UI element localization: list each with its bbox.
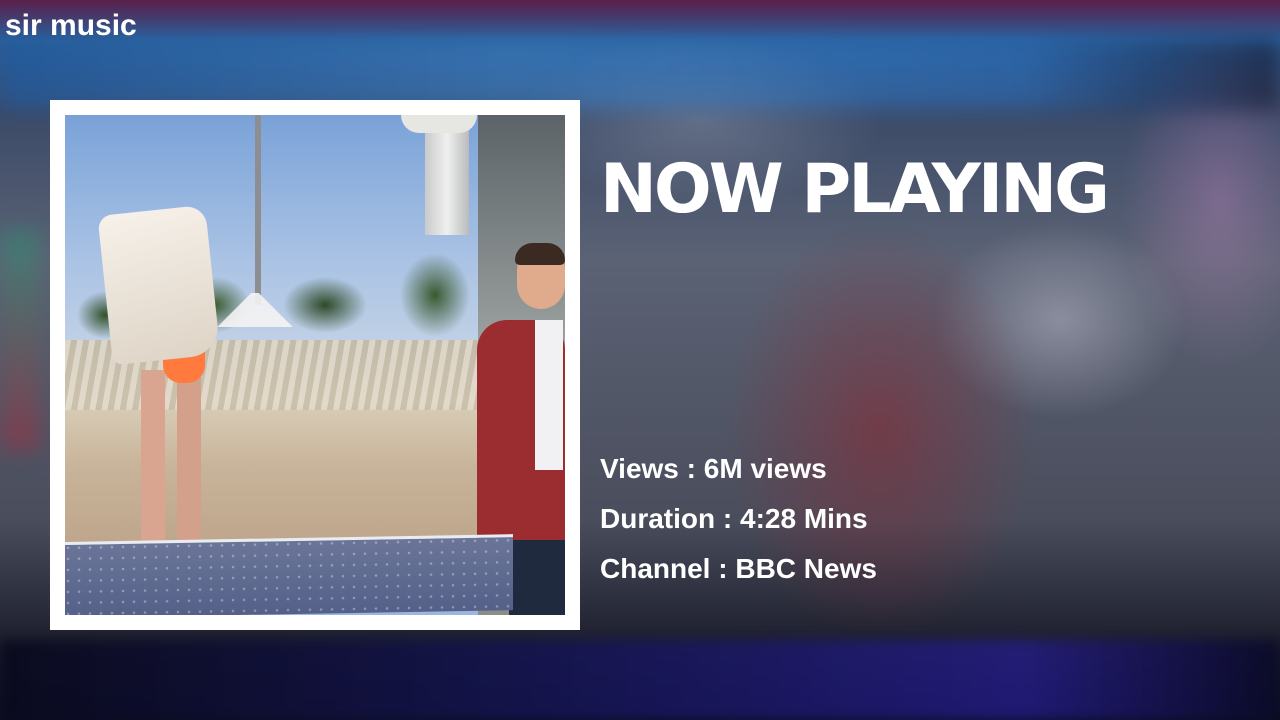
channel-row: Channel : BBC News xyxy=(600,550,877,600)
background-band-bottom xyxy=(0,640,1280,720)
views-label: Views xyxy=(600,453,679,484)
channel-value[interactable]: BBC News xyxy=(735,553,877,584)
thumbnail-tents xyxy=(215,293,295,327)
views-separator: : xyxy=(678,453,704,484)
duration-row: Duration : 4:28 Mins xyxy=(600,500,877,550)
thumbnail-tower-top xyxy=(401,115,477,133)
brand-logo: sir music xyxy=(5,9,137,42)
channel-separator: : xyxy=(710,553,736,584)
thumbnail-figure-legs xyxy=(137,370,207,550)
video-metadata: Views : 6M views Duration : 4:28 Mins Ch… xyxy=(600,450,877,600)
views-row: Views : 6M views xyxy=(600,450,877,500)
now-playing-screen: sir music NOW PLAYING Views : 6M views D… xyxy=(0,0,1280,720)
views-value: 6M views xyxy=(703,453,827,484)
video-thumbnail-frame[interactable] xyxy=(50,100,580,630)
thumbnail-studio-floor xyxy=(65,534,513,615)
background-band-left xyxy=(0,230,40,450)
video-thumbnail[interactable] xyxy=(65,115,565,615)
thumbnail-tower xyxy=(425,115,469,235)
duration-separator: : xyxy=(715,503,740,534)
duration-value: 4:28 Mins xyxy=(740,503,868,534)
thumbnail-presenter-hair xyxy=(515,243,565,265)
page-title: NOW PLAYING xyxy=(600,150,1110,229)
channel-label: Channel xyxy=(600,553,711,584)
thumbnail-presenter-shirt xyxy=(535,320,563,470)
duration-label: Duration xyxy=(600,503,716,534)
thumbnail-figure-cloth xyxy=(97,204,221,366)
